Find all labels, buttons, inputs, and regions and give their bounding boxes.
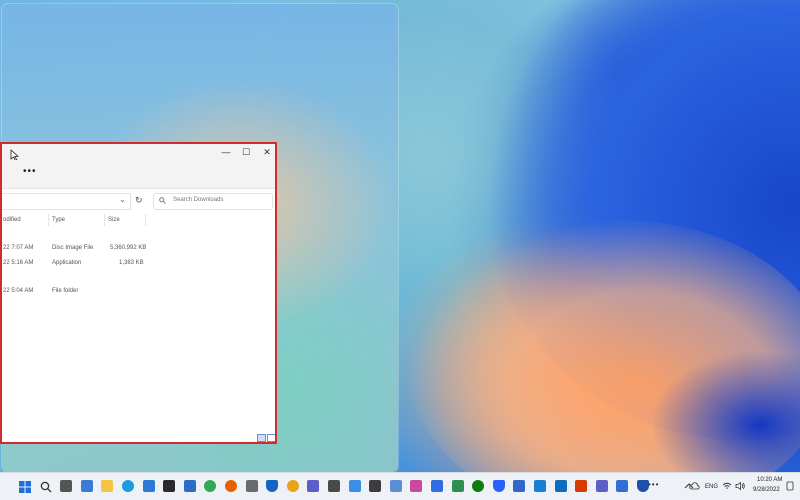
column-divider[interactable] bbox=[104, 214, 105, 226]
office-icon[interactable] bbox=[575, 480, 587, 492]
chevron-down-icon[interactable]: ⌄ bbox=[119, 195, 126, 204]
search-placeholder: Search Downloads bbox=[173, 197, 224, 203]
store-icon[interactable] bbox=[143, 480, 155, 492]
wifi-icon[interactable] bbox=[722, 481, 732, 491]
search-icon[interactable] bbox=[40, 480, 52, 493]
maps-icon[interactable] bbox=[513, 480, 525, 492]
calculator-icon[interactable] bbox=[369, 480, 381, 492]
search-icon bbox=[159, 197, 166, 204]
remote-icon[interactable] bbox=[616, 480, 628, 492]
start-icon[interactable] bbox=[19, 480, 31, 493]
firefox-icon[interactable] bbox=[225, 480, 237, 492]
file-explorer-icon[interactable] bbox=[101, 480, 113, 492]
taskbar-overflow-button[interactable]: ••• bbox=[648, 478, 659, 492]
notepad-icon[interactable] bbox=[390, 480, 402, 492]
check-icon[interactable] bbox=[452, 480, 464, 492]
tiles-view-button[interactable] bbox=[267, 434, 275, 442]
minimize-button[interactable]: — bbox=[215, 145, 237, 159]
photos-2-icon[interactable] bbox=[534, 480, 546, 492]
notification-icon[interactable] bbox=[786, 481, 794, 491]
terminal-icon[interactable] bbox=[163, 480, 175, 492]
search-input[interactable]: Search Downloads bbox=[153, 193, 273, 210]
language-indicator[interactable]: ENG bbox=[705, 484, 718, 490]
more-options-button[interactable]: ••• bbox=[23, 167, 37, 177]
file-date: 22 7:07 AM bbox=[3, 245, 34, 251]
settings-icon[interactable] bbox=[246, 480, 258, 492]
column-divider[interactable] bbox=[48, 214, 49, 226]
chrome-icon[interactable] bbox=[204, 480, 216, 492]
shield-icon[interactable] bbox=[266, 480, 278, 492]
widgets-icon[interactable] bbox=[81, 480, 93, 492]
xbox-icon[interactable] bbox=[472, 480, 484, 492]
details-view-button[interactable] bbox=[257, 434, 266, 442]
column-divider[interactable] bbox=[145, 214, 146, 226]
file-type: Disc Image File bbox=[52, 245, 94, 251]
edge-icon[interactable] bbox=[122, 480, 134, 492]
task-view-icon[interactable] bbox=[60, 480, 72, 492]
cloud-icon[interactable] bbox=[689, 481, 700, 491]
security-icon[interactable] bbox=[493, 480, 505, 492]
file-explorer-window[interactable]: — ☐ ✕ ••• ⌄ ↻ Search Downloads odified T… bbox=[0, 142, 277, 444]
file-type: Application bbox=[52, 260, 82, 266]
file-date: 22 5:16 AM bbox=[3, 260, 34, 266]
file-type: File folder bbox=[52, 288, 79, 294]
clock-time[interactable]: 10:20 AM bbox=[757, 477, 782, 483]
todo-icon[interactable] bbox=[431, 480, 443, 492]
volume-icon[interactable] bbox=[735, 481, 746, 491]
column-header-size[interactable]: Size bbox=[108, 217, 120, 223]
clock-date[interactable]: 9/28/2022 bbox=[753, 487, 780, 493]
camera-icon[interactable] bbox=[328, 480, 340, 492]
news-icon[interactable] bbox=[349, 480, 361, 492]
photos-icon[interactable] bbox=[184, 480, 196, 492]
edge-canary-icon[interactable] bbox=[287, 480, 299, 492]
address-bar[interactable] bbox=[2, 193, 131, 210]
refresh-button[interactable]: ↻ bbox=[135, 195, 143, 206]
clipchamp-icon[interactable] bbox=[596, 480, 608, 492]
maximize-button[interactable]: ☐ bbox=[235, 145, 257, 159]
column-header-date-modified[interactable]: odified bbox=[3, 217, 21, 223]
close-button[interactable]: ✕ bbox=[256, 145, 275, 159]
file-date: 22 5:04 AM bbox=[3, 288, 34, 294]
paint-icon[interactable] bbox=[410, 480, 422, 492]
column-header-type[interactable]: Type bbox=[52, 217, 65, 223]
command-bar bbox=[2, 160, 275, 189]
taskbar: ••• ENG 10:20 AM 9/28/2022 bbox=[0, 472, 800, 500]
file-size: 5,360,992 KB bbox=[110, 245, 147, 251]
file-size: 1,383 KB bbox=[119, 260, 144, 266]
mail-icon[interactable] bbox=[555, 480, 567, 492]
teams-icon[interactable] bbox=[307, 480, 319, 492]
